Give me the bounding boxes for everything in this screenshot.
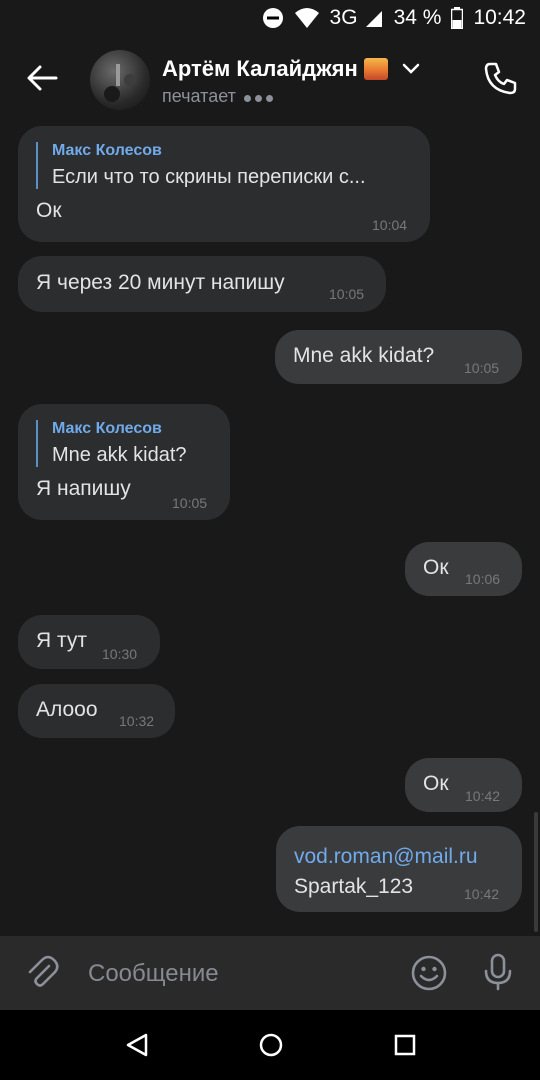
message-bubble-outgoing[interactable]: Mne akk kidat? 10:05: [275, 330, 522, 384]
message-text: Ок: [423, 556, 449, 579]
avatar-image: [104, 64, 136, 102]
message-text: Ок: [423, 772, 449, 795]
nav-back-icon[interactable]: [124, 1032, 150, 1058]
message-bubble-incoming[interactable]: Алооо 10:32: [18, 684, 175, 738]
message-time: 10:05: [464, 360, 500, 376]
email-link[interactable]: vod.roman@mail.ru: [294, 842, 504, 872]
message-bubble-outgoing[interactable]: Ок 10:42: [405, 758, 522, 812]
reply-text: Если что то скрины переписки с...: [52, 166, 366, 188]
typing-dots-icon: [243, 86, 277, 107]
message-bubble-outgoing[interactable]: Ок 10:06: [405, 542, 522, 596]
nav-recent-apps-icon[interactable]: [394, 1034, 416, 1056]
nav-home-icon[interactable]: [258, 1032, 284, 1058]
message-time: 10:42: [465, 788, 501, 804]
smile-icon[interactable]: [410, 954, 448, 992]
message-text: Spartak_123: [294, 875, 414, 898]
message-time: 10:05: [172, 495, 208, 511]
message-bubble-incoming[interactable]: Я тут 10:30: [18, 615, 160, 669]
phone-icon[interactable]: [482, 60, 518, 96]
arrow-left-icon[interactable]: [22, 58, 62, 98]
microphone-icon[interactable]: [480, 952, 516, 992]
message-composer: [0, 936, 540, 1010]
clock: 10:42: [473, 6, 526, 29]
message-text: Я тут: [36, 629, 87, 652]
message-time: 10:32: [119, 713, 155, 729]
message-time: 10:06: [465, 571, 501, 587]
message-bubble-incoming[interactable]: Я через 20 минут напишу 10:05: [18, 256, 386, 312]
message-time: 10:42: [464, 886, 500, 902]
message-bubble-outgoing[interactable]: vod.roman@mail.ru Spartak_123 10:42: [276, 826, 522, 912]
reply-author: Макс Колесов: [52, 420, 162, 437]
message-text: Я напишу: [36, 477, 131, 500]
message-time: 10:30: [102, 646, 138, 662]
message-time: 10:05: [329, 286, 365, 302]
battery-icon: [451, 7, 464, 29]
typing-label: печатает: [162, 86, 236, 106]
reply-quote[interactable]: Макс Колесов Mne akk kidat?: [36, 420, 212, 467]
network-type: 3G: [329, 6, 358, 29]
status-bar: 3G 34 % 10:42: [0, 0, 540, 36]
reply-text: Mne akk kidat?: [52, 444, 187, 466]
system-navigation-bar: [0, 1010, 540, 1080]
chevron-down-icon[interactable]: [402, 63, 420, 75]
contact-name: Артём Калайджян: [162, 56, 358, 81]
message-text: Mne akk kidat?: [293, 344, 435, 367]
message-bubble-incoming[interactable]: Макс Колесов Если что то скрины переписк…: [18, 126, 430, 242]
battery-level: 34 %: [393, 6, 442, 29]
signal-icon: [365, 11, 382, 27]
contact-name-row[interactable]: Артём Калайджян: [162, 56, 420, 82]
message-time: 10:04: [372, 217, 408, 233]
sunset-emoji-icon: [363, 58, 388, 80]
reply-author: Макс Колесов: [52, 142, 162, 159]
scrollbar[interactable]: [534, 812, 538, 932]
paperclip-icon[interactable]: [24, 954, 60, 990]
message-text: Алооо: [36, 698, 98, 721]
avatar[interactable]: [90, 50, 150, 110]
message-text: Я через 20 минут напишу: [36, 271, 285, 294]
message-input[interactable]: [86, 956, 390, 992]
message-bubble-incoming[interactable]: Макс Колесов Mne akk kidat? Я напишу 10:…: [18, 404, 230, 520]
do-not-disturb-icon: [262, 8, 283, 28]
reply-quote[interactable]: Макс Колесов Если что то скрины переписк…: [36, 142, 412, 189]
wifi-icon: [294, 8, 319, 28]
typing-status: печатает: [162, 86, 277, 107]
message-text: Ок: [36, 199, 62, 222]
chat-header: Артём Калайджян печатает: [0, 36, 540, 124]
